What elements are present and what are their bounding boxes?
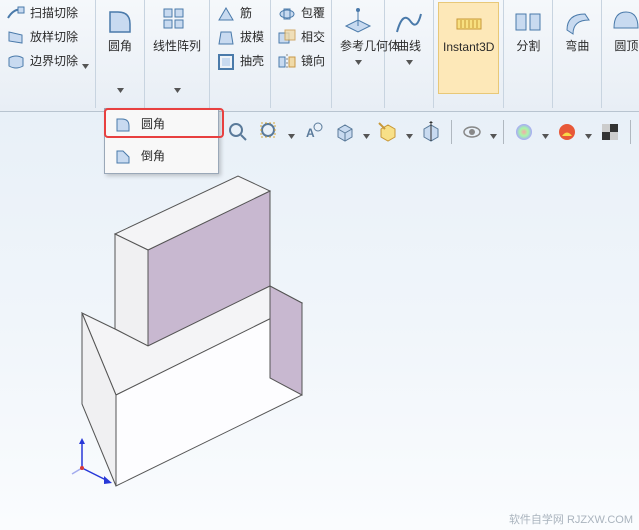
dropdown-arrow-icon[interactable] (490, 129, 497, 136)
instant3d-label: Instant3D (443, 41, 494, 54)
bend-label: 弯曲 (565, 40, 589, 53)
zoom-fit-button[interactable] (224, 118, 252, 146)
ribbon-toolbar: 扫描切除 放样切除 边界切除 圆角 线性阵列 筋 (0, 0, 639, 112)
chamfer-menu-item[interactable]: 倒角 (105, 141, 218, 173)
separator (630, 120, 631, 144)
dome-icon (610, 6, 639, 38)
display-style-button[interactable] (331, 118, 359, 146)
dropdown-arrow-icon[interactable] (355, 55, 362, 62)
draft-label: 拔模 (240, 31, 264, 44)
dome-button[interactable]: 圆顶 (606, 2, 639, 94)
ref-geometry-button[interactable]: 参考几何体 (336, 2, 380, 94)
rib-button[interactable]: 筋 (214, 2, 266, 26)
curve-label: 曲线 (397, 40, 421, 53)
model-viewport[interactable] (0, 165, 639, 516)
wrap-button[interactable]: 包覆 (275, 2, 327, 26)
draft-button[interactable]: 拔模 (214, 26, 266, 50)
split-button[interactable]: 分割 (508, 2, 548, 94)
bend-icon (561, 6, 593, 38)
mirror-label: 镜向 (301, 55, 325, 68)
split-label: 分割 (516, 40, 540, 53)
boundary-cut-icon (6, 52, 26, 72)
section-view-button[interactable] (417, 118, 445, 146)
curve-icon (393, 6, 425, 38)
linear-pattern-label: 线性阵列 (153, 40, 201, 53)
linear-pattern-icon (161, 6, 193, 38)
fillet-menu-label: 圆角 (141, 118, 165, 131)
bend-button[interactable]: 弯曲 (557, 2, 597, 94)
fillet-menu-item[interactable]: 圆角 (105, 109, 218, 141)
hide-show-button[interactable] (374, 118, 402, 146)
render-settings-button[interactable] (596, 118, 624, 146)
ref-geometry-label: 参考几何体 (340, 40, 376, 53)
swept-cut-icon (6, 4, 26, 24)
swept-cut-button[interactable]: 扫描切除 (4, 2, 91, 26)
rib-label: 筋 (240, 7, 252, 20)
wrap-icon (277, 4, 297, 24)
ref-geometry-icon (342, 6, 374, 38)
dropdown-arrow-icon[interactable] (117, 83, 124, 90)
dropdown-arrow-icon[interactable] (174, 83, 181, 90)
rib-icon (216, 4, 236, 24)
dropdown-arrow-icon[interactable] (363, 129, 370, 136)
instant3d-button[interactable]: Instant3D (438, 2, 499, 94)
linear-pattern-button[interactable]: 线性阵列 (149, 2, 205, 94)
dropdown-arrow-icon (82, 59, 89, 66)
instant3d-icon (453, 7, 485, 39)
swept-cut-label: 扫描切除 (30, 7, 78, 20)
scene-button[interactable] (553, 118, 581, 146)
view-toolbar: A (224, 118, 639, 146)
fillet-dropdown: 圆角 倒角 (104, 108, 219, 174)
dome-label: 圆顶 (614, 40, 638, 53)
dropdown-arrow-icon[interactable] (288, 129, 295, 136)
mirror-icon (277, 52, 297, 72)
wrap-label: 包覆 (301, 7, 325, 20)
split-icon (512, 6, 544, 38)
view-orientation-button[interactable]: A (299, 118, 327, 146)
draft-icon (216, 28, 236, 48)
fillet-icon (113, 115, 133, 135)
appearance-button[interactable] (510, 118, 538, 146)
shell-label: 抽壳 (240, 55, 264, 68)
shell-icon (216, 52, 236, 72)
intersect-button[interactable]: 相交 (275, 26, 327, 50)
dropdown-arrow-icon[interactable] (585, 129, 592, 136)
boundary-cut-button[interactable]: 边界切除 (4, 50, 91, 74)
loft-cut-button[interactable]: 放样切除 (4, 26, 91, 50)
boundary-cut-label: 边界切除 (30, 55, 78, 68)
chamfer-icon (113, 147, 133, 167)
intersect-label: 相交 (301, 31, 325, 44)
intersect-icon (277, 28, 297, 48)
show-hide-items-button[interactable] (458, 118, 486, 146)
shell-button[interactable]: 抽壳 (214, 50, 266, 74)
zoom-area-button[interactable] (256, 118, 284, 146)
separator (451, 120, 452, 144)
fillet-label: 圆角 (108, 40, 132, 53)
separator (503, 120, 504, 144)
watermark-text: 软件自学网 RJZXW.COM (509, 511, 633, 527)
fillet-icon (104, 6, 136, 38)
dropdown-arrow-icon[interactable] (542, 129, 549, 136)
dropdown-arrow-icon[interactable] (406, 129, 413, 136)
curve-button[interactable]: 曲线 (389, 2, 429, 94)
model-render (0, 165, 639, 525)
chamfer-menu-label: 倒角 (141, 150, 165, 163)
fillet-button[interactable]: 圆角 (100, 2, 140, 94)
loft-cut-label: 放样切除 (30, 31, 78, 44)
loft-cut-icon (6, 28, 26, 48)
dropdown-arrow-icon[interactable] (406, 55, 413, 62)
mirror-button[interactable]: 镜向 (275, 50, 327, 74)
